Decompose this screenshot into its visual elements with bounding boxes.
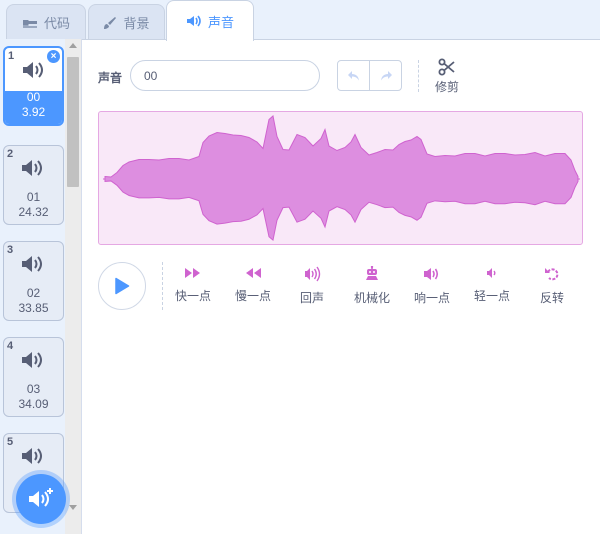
sound-index: 5 xyxy=(7,436,14,448)
scroll-thumb[interactable] xyxy=(67,57,79,187)
sound-tile-1[interactable]: 1 × 00 3.92 xyxy=(3,46,64,126)
waveform-graphic xyxy=(103,115,580,242)
redo-icon xyxy=(380,70,392,80)
reverse-icon xyxy=(545,268,559,281)
effect-echo-button[interactable]: 回声 xyxy=(282,266,342,306)
sound-name-input[interactable] xyxy=(130,60,320,91)
sound-index: 1 xyxy=(8,50,15,62)
sound-duration: 33.85 xyxy=(18,301,49,315)
effect-softer-button[interactable]: 轻一点 xyxy=(462,266,522,304)
slower-icon xyxy=(246,268,261,278)
effect-robot-button[interactable]: 机械化 xyxy=(342,266,402,306)
toolbar-divider xyxy=(418,60,419,92)
sound-waveform[interactable] xyxy=(98,111,583,245)
sound-tile-3[interactable]: 3 02 33.85 xyxy=(3,241,64,321)
tab-sounds[interactable]: 声音 xyxy=(166,0,254,41)
effect-reverse-button[interactable]: 反转 xyxy=(522,266,582,306)
faster-icon xyxy=(185,268,200,278)
tab-code[interactable]: 代码 xyxy=(6,4,86,40)
effect-louder-button[interactable]: 响一点 xyxy=(402,266,462,306)
sound-name-label: 声音 xyxy=(98,71,123,85)
play-icon xyxy=(115,277,130,295)
softer-icon xyxy=(487,268,496,278)
tab-code-label: 代码 xyxy=(43,16,70,31)
effect-label: 轻一点 xyxy=(473,289,510,303)
add-sound-button[interactable] xyxy=(16,474,66,524)
tab-backdrop-label: 背景 xyxy=(123,16,150,31)
sound-list-scrollbar[interactable] xyxy=(65,39,81,534)
trim-label: 修剪 xyxy=(434,80,459,94)
sound-duration: 24.32 xyxy=(18,205,49,219)
sound-icon xyxy=(186,15,201,27)
speaker-icon xyxy=(22,352,42,368)
effect-faster-button[interactable]: 快一点 xyxy=(163,266,223,304)
effect-label: 慢一点 xyxy=(234,289,271,303)
effect-label: 快一点 xyxy=(174,289,211,303)
robot-icon xyxy=(366,266,378,280)
sound-name: 03 xyxy=(26,382,41,396)
effect-label: 回声 xyxy=(299,291,324,305)
sound-name: 02 xyxy=(26,286,41,300)
effect-label: 反转 xyxy=(539,291,564,305)
speaker-icon xyxy=(22,448,42,464)
sound-editor-panel: 声音 修剪 快一 xyxy=(82,39,600,534)
sound-editor-app: 代码 背景 声音 1 × 00 3.92 2 01 24.32 3 02 33.… xyxy=(0,0,600,534)
effect-label: 响一点 xyxy=(413,291,450,305)
scissors-icon xyxy=(438,58,455,76)
scroll-up-arrow[interactable] xyxy=(69,43,77,48)
redo-button[interactable] xyxy=(369,61,401,90)
effect-label: 机械化 xyxy=(353,291,390,305)
waveform-shape xyxy=(104,115,579,242)
sound-tile-4[interactable]: 4 03 34.09 xyxy=(3,337,64,417)
add-sound-icon xyxy=(29,488,53,507)
sound-index: 4 xyxy=(7,340,14,352)
sound-duration: 34.09 xyxy=(18,397,49,411)
sound-tile-2[interactable]: 2 01 24.32 xyxy=(3,145,64,225)
effect-slower-button[interactable]: 慢一点 xyxy=(223,266,283,304)
delete-sound-button[interactable]: × xyxy=(47,50,60,63)
brush-icon xyxy=(104,16,117,29)
undo-redo-group xyxy=(337,60,402,91)
scroll-down-arrow[interactable] xyxy=(69,505,77,510)
tab-sounds-label: 声音 xyxy=(207,14,234,30)
editor-tabs: 代码 背景 声音 xyxy=(0,0,600,41)
louder-icon xyxy=(424,268,439,280)
sound-index: 2 xyxy=(7,148,14,160)
undo-icon xyxy=(347,70,359,80)
undo-button[interactable] xyxy=(338,61,369,90)
sound-index: 3 xyxy=(7,244,14,256)
play-button[interactable] xyxy=(98,262,146,310)
sound-name: 00 xyxy=(26,90,41,104)
echo-icon xyxy=(305,266,321,282)
speaker-icon xyxy=(23,62,43,78)
tab-backdrop[interactable]: 背景 xyxy=(88,4,165,40)
sound-name: 01 xyxy=(26,190,41,204)
code-icon xyxy=(22,19,37,28)
sound-duration: 3.92 xyxy=(21,105,46,119)
trim-button[interactable]: 修剪 xyxy=(432,58,462,95)
speaker-icon xyxy=(22,160,42,176)
speaker-icon xyxy=(22,256,42,272)
